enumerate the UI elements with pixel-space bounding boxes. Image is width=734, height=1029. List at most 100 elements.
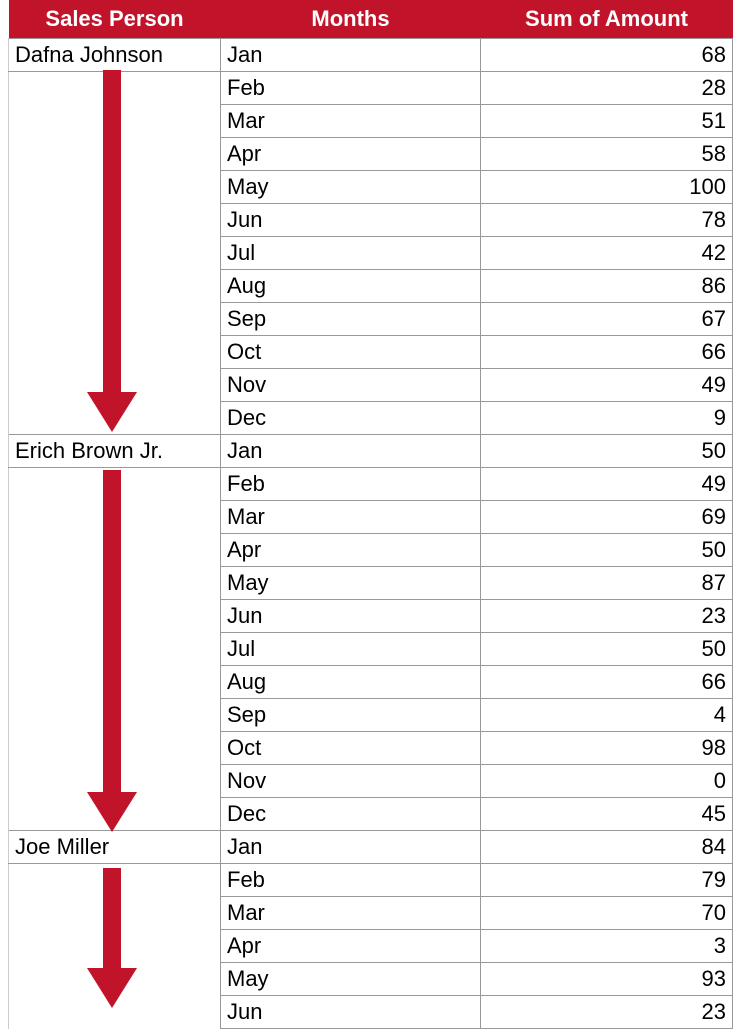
table-row[interactable]: Erich Brown Jr.Jan50	[9, 435, 733, 468]
cell-amount[interactable]: 50	[481, 534, 733, 567]
cell-sales-person[interactable]: Erich Brown Jr.	[9, 435, 221, 468]
table-row[interactable]: Jun78	[9, 204, 733, 237]
cell-sales-person[interactable]	[9, 468, 221, 501]
cell-sales-person[interactable]: Dafna Johnson	[9, 39, 221, 72]
table-row[interactable]: May87	[9, 567, 733, 600]
cell-amount[interactable]: 51	[481, 105, 733, 138]
cell-sales-person[interactable]	[9, 204, 221, 237]
cell-sales-person[interactable]	[9, 765, 221, 798]
cell-month[interactable]: Nov	[221, 369, 481, 402]
cell-month[interactable]: Apr	[221, 534, 481, 567]
header-sum-amount[interactable]: Sum of Amount	[481, 0, 733, 39]
table-row[interactable]: Oct98	[9, 732, 733, 765]
cell-amount[interactable]: 9	[481, 402, 733, 435]
cell-sales-person[interactable]	[9, 501, 221, 534]
cell-month[interactable]: Jul	[221, 237, 481, 270]
cell-sales-person[interactable]	[9, 963, 221, 996]
table-row[interactable]: Aug86	[9, 270, 733, 303]
cell-month[interactable]: Jan	[221, 435, 481, 468]
cell-month[interactable]: Jul	[221, 633, 481, 666]
cell-amount[interactable]: 50	[481, 633, 733, 666]
cell-month[interactable]: Feb	[221, 72, 481, 105]
cell-amount[interactable]: 66	[481, 666, 733, 699]
cell-sales-person[interactable]	[9, 369, 221, 402]
cell-sales-person[interactable]	[9, 303, 221, 336]
cell-amount[interactable]: 3	[481, 930, 733, 963]
cell-month[interactable]: Mar	[221, 501, 481, 534]
table-row[interactable]: May100	[9, 171, 733, 204]
cell-month[interactable]: Aug	[221, 270, 481, 303]
cell-amount[interactable]: 49	[481, 468, 733, 501]
cell-month[interactable]: Mar	[221, 897, 481, 930]
cell-amount[interactable]: 50	[481, 435, 733, 468]
cell-month[interactable]: Mar	[221, 105, 481, 138]
table-row[interactable]: Jun23	[9, 600, 733, 633]
cell-amount[interactable]: 86	[481, 270, 733, 303]
cell-amount[interactable]: 49	[481, 369, 733, 402]
cell-sales-person[interactable]	[9, 237, 221, 270]
table-row[interactable]: Feb79	[9, 864, 733, 897]
cell-amount[interactable]: 4	[481, 699, 733, 732]
cell-sales-person[interactable]	[9, 798, 221, 831]
table-row[interactable]: Apr50	[9, 534, 733, 567]
cell-sales-person[interactable]	[9, 699, 221, 732]
cell-amount[interactable]: 42	[481, 237, 733, 270]
cell-amount[interactable]: 98	[481, 732, 733, 765]
cell-amount[interactable]: 70	[481, 897, 733, 930]
cell-month[interactable]: Jan	[221, 39, 481, 72]
table-row[interactable]: Nov49	[9, 369, 733, 402]
table-row[interactable]: Sep67	[9, 303, 733, 336]
table-row[interactable]: May93	[9, 963, 733, 996]
table-row[interactable]: Feb49	[9, 468, 733, 501]
cell-sales-person[interactable]	[9, 732, 221, 765]
cell-month[interactable]: Aug	[221, 666, 481, 699]
cell-sales-person[interactable]	[9, 105, 221, 138]
cell-month[interactable]: Dec	[221, 402, 481, 435]
cell-amount[interactable]: 69	[481, 501, 733, 534]
cell-sales-person[interactable]	[9, 600, 221, 633]
table-row[interactable]: Sep4	[9, 699, 733, 732]
table-row[interactable]: Apr3	[9, 930, 733, 963]
table-row[interactable]: Mar69	[9, 501, 733, 534]
cell-sales-person[interactable]	[9, 897, 221, 930]
cell-month[interactable]: May	[221, 171, 481, 204]
cell-month[interactable]: Nov	[221, 765, 481, 798]
cell-amount[interactable]: 78	[481, 204, 733, 237]
cell-month[interactable]: May	[221, 963, 481, 996]
cell-sales-person[interactable]	[9, 138, 221, 171]
header-sales-person[interactable]: Sales Person	[9, 0, 221, 39]
cell-month[interactable]: Dec	[221, 798, 481, 831]
cell-amount[interactable]: 67	[481, 303, 733, 336]
cell-amount[interactable]: 68	[481, 39, 733, 72]
table-row[interactable]: Dec9	[9, 402, 733, 435]
cell-amount[interactable]: 100	[481, 171, 733, 204]
table-row[interactable]: Mar70	[9, 897, 733, 930]
cell-sales-person[interactable]	[9, 534, 221, 567]
cell-month[interactable]: Sep	[221, 303, 481, 336]
table-row[interactable]: Oct66	[9, 336, 733, 369]
table-row[interactable]: Aug66	[9, 666, 733, 699]
cell-sales-person[interactable]	[9, 930, 221, 963]
cell-sales-person[interactable]	[9, 666, 221, 699]
cell-sales-person[interactable]	[9, 402, 221, 435]
table-row[interactable]: Feb28	[9, 72, 733, 105]
table-row[interactable]: Jul42	[9, 237, 733, 270]
cell-sales-person[interactable]	[9, 270, 221, 303]
table-row[interactable]: Joe MillerJan84	[9, 831, 733, 864]
cell-month[interactable]: Jun	[221, 600, 481, 633]
cell-amount[interactable]: 45	[481, 798, 733, 831]
cell-month[interactable]: May	[221, 567, 481, 600]
cell-amount[interactable]: 87	[481, 567, 733, 600]
table-row[interactable]: Dafna JohnsonJan68	[9, 39, 733, 72]
cell-amount[interactable]: 58	[481, 138, 733, 171]
cell-month[interactable]: Feb	[221, 864, 481, 897]
cell-sales-person[interactable]	[9, 633, 221, 666]
cell-sales-person[interactable]	[9, 567, 221, 600]
cell-amount[interactable]: 93	[481, 963, 733, 996]
cell-month[interactable]: Sep	[221, 699, 481, 732]
cell-month[interactable]: Oct	[221, 336, 481, 369]
cell-amount[interactable]: 28	[481, 72, 733, 105]
cell-sales-person[interactable]: Joe Miller	[9, 831, 221, 864]
cell-sales-person[interactable]	[9, 72, 221, 105]
cell-month[interactable]: Apr	[221, 138, 481, 171]
